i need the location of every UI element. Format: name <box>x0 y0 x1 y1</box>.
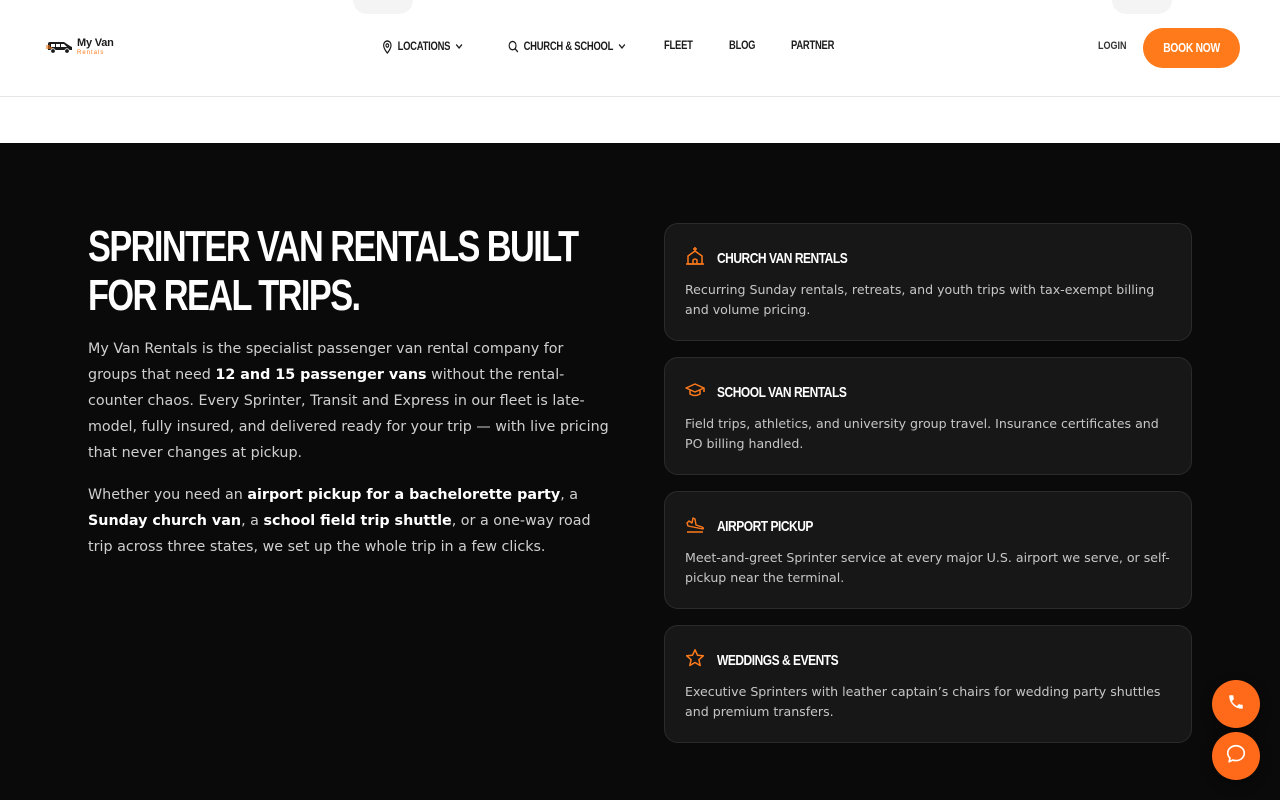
logo-wordmark: My Van <box>77 37 114 49</box>
card-title: Weddings & Events <box>717 652 839 669</box>
nav-item-fleet[interactable]: Fleet <box>664 40 693 52</box>
chat-bubble-icon <box>1225 743 1247 770</box>
chevron-down-icon <box>455 41 463 53</box>
nav-item-label: Church & School <box>523 40 614 53</box>
nav-item-church-school[interactable]: Church & School <box>508 40 626 53</box>
paragraph-highlight: 12 and 15 passenger vans <box>215 367 427 383</box>
card-description: Meet-and-greet Sprinter service at every… <box>685 550 1170 585</box>
card-title: Airport pickup <box>717 518 813 535</box>
map-pin-icon <box>382 40 393 54</box>
paragraph-text: , a <box>241 513 264 529</box>
feature-card-church[interactable]: Church van rentals Recurring Sunday rent… <box>664 223 1192 341</box>
card-description: Field trips, athletics, and university g… <box>685 416 1159 451</box>
van-logo-icon <box>46 42 72 54</box>
nav-item-label: Blog <box>729 40 756 52</box>
book-now-label: Book Now <box>1163 41 1220 55</box>
section-headline: Sprinter van rentals built for real trip… <box>88 222 579 320</box>
phone-icon <box>1227 693 1245 716</box>
card-title: Church van rentals <box>717 250 848 267</box>
book-now-button[interactable]: Book Now <box>1143 28 1240 68</box>
nav-item-locations[interactable]: Locations <box>382 40 463 54</box>
login-link[interactable]: Login <box>1098 40 1127 52</box>
nav-item-label: Locations <box>397 41 451 53</box>
feature-card-airport[interactable]: Airport pickup Meet-and-greet Sprinter s… <box>664 491 1192 609</box>
intro-paragraph: My Van Rentals is the specialist passeng… <box>88 336 613 466</box>
logo-subtext: Rentals <box>77 50 105 56</box>
nav-item-label: Partner <box>791 40 835 52</box>
paragraph-highlight: school field trip shuttle <box>263 513 452 529</box>
nav-item-partner[interactable]: Partner <box>791 40 834 52</box>
site-header: My Van Rentals Locations Church & School… <box>0 0 1280 97</box>
card-title: School van rentals <box>717 384 847 401</box>
use-cases-paragraph: Whether you need an airport pickup for a… <box>88 482 613 560</box>
nav-item-blog[interactable]: Blog <box>729 40 756 52</box>
search-icon <box>508 40 519 53</box>
feature-card-weddings[interactable]: Weddings & Events Executive Sprinters wi… <box>664 625 1192 743</box>
church-icon <box>685 246 705 271</box>
paragraph-text: Whether you need an <box>88 487 248 503</box>
call-button[interactable] <box>1212 680 1260 728</box>
graduation-cap-icon <box>685 380 705 405</box>
chat-button[interactable] <box>1212 732 1260 780</box>
card-description: Recurring Sunday rentals, retreats, and … <box>685 282 1155 317</box>
plane-landing-icon <box>685 514 705 539</box>
feature-card-school[interactable]: School van rentals Field trips, athletic… <box>664 357 1192 475</box>
decorative-shape <box>1112 0 1172 14</box>
nav-item-label: Fleet <box>664 40 693 52</box>
card-description: Executive Sprinters with leather captain… <box>685 684 1161 719</box>
chevron-down-icon <box>618 41 626 53</box>
paragraph-highlight: Sunday church van <box>88 513 242 529</box>
site-logo[interactable]: My Van Rentals <box>46 38 114 56</box>
paragraph-highlight: airport pickup for a bachelorette party <box>247 487 561 503</box>
decorative-shape <box>353 0 413 14</box>
star-icon <box>685 648 705 673</box>
paragraph-text: , a <box>560 487 579 503</box>
